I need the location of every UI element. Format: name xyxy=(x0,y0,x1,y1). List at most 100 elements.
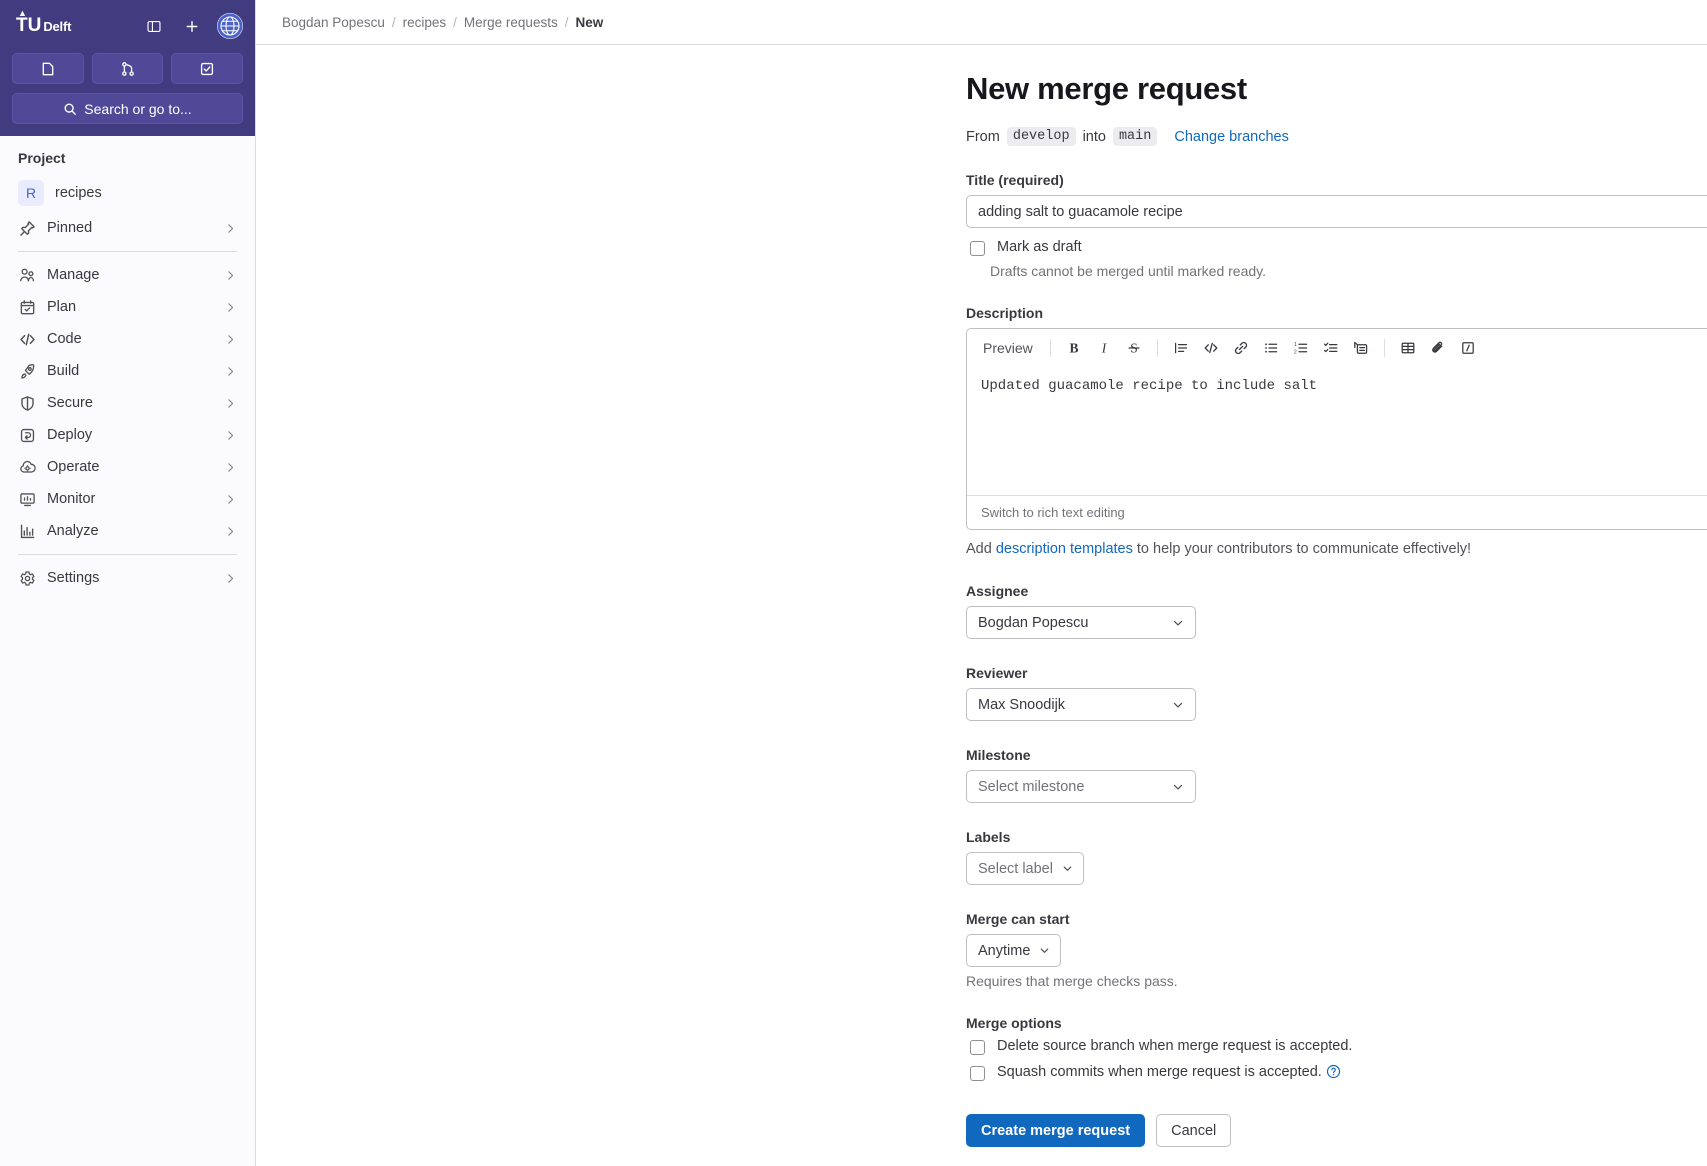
italic-icon[interactable]: I xyxy=(1090,334,1118,362)
table-icon[interactable] xyxy=(1394,334,1422,362)
breadcrumb-item-owner[interactable]: Bogdan Popescu xyxy=(282,15,385,30)
squash-commits-row: Squash commits when merge request is acc… xyxy=(966,1064,1707,1084)
templates-prefix-text: Add xyxy=(966,541,996,557)
merge-can-start-help-text: Requires that merge checks pass. xyxy=(966,973,1178,989)
preview-toggle-button[interactable]: Preview xyxy=(975,336,1041,360)
sidebar-item-label: Code xyxy=(47,331,82,347)
assignee-selected-value: Bogdan Popescu xyxy=(978,614,1089,631)
merge-requests-icon[interactable] xyxy=(91,53,164,84)
sidebar-item-build[interactable]: Build xyxy=(12,355,243,387)
insert-snippet-icon[interactable] xyxy=(1454,334,1482,362)
attach-file-icon[interactable] xyxy=(1424,334,1452,362)
sidebar-item-operate[interactable]: Operate xyxy=(12,451,243,483)
chevron-right-icon xyxy=(224,333,237,346)
user-avatar[interactable] xyxy=(217,13,243,39)
sidebar-brand-row: ▲ T U Delft xyxy=(12,8,243,44)
delete-source-branch-checkbox[interactable] xyxy=(970,1040,985,1055)
strikethrough-icon[interactable]: S xyxy=(1120,334,1148,362)
merge-options-label: Merge options xyxy=(966,1015,1062,1031)
chevron-down-icon xyxy=(1171,616,1185,630)
breadcrumb-item-current: New xyxy=(575,14,604,30)
logo-flame-icon: ▲ xyxy=(18,8,27,18)
sidebar-nav: Project R recipes Pinned Manage Plan Cod… xyxy=(0,136,255,594)
issues-icon[interactable] xyxy=(12,53,84,84)
source-branch-badge: develop xyxy=(1006,127,1076,146)
milestone-select[interactable]: Select milestone xyxy=(966,770,1196,803)
description-textarea[interactable]: Updated guacamole recipe to include salt xyxy=(967,367,1707,495)
todos-icon[interactable] xyxy=(171,53,244,84)
sidebar-item-label: Build xyxy=(47,363,80,379)
mark-as-draft-checkbox[interactable] xyxy=(970,241,985,256)
description-templates-link[interactable]: description templates xyxy=(996,541,1133,557)
breadcrumb-item-project[interactable]: recipes xyxy=(403,15,447,30)
sidebar-item-label: Analyze xyxy=(47,523,99,539)
quote-icon[interactable] xyxy=(1167,334,1195,362)
sidebar-item-project-recipes[interactable]: R recipes xyxy=(12,174,243,212)
sidebar-item-settings[interactable]: Settings xyxy=(12,562,243,594)
sidebar-item-pinned[interactable]: Pinned xyxy=(12,212,243,244)
markdown-editor-footer: Switch to rich text editing xyxy=(967,495,1707,529)
link-icon[interactable] xyxy=(1227,334,1255,362)
title-field-label: Title (required) xyxy=(966,172,1064,188)
toolbar-divider xyxy=(1156,338,1158,357)
monitor-icon xyxy=(18,490,36,508)
sidebar-item-label: Deploy xyxy=(47,427,93,443)
sidebar-item-code[interactable]: Code xyxy=(12,323,243,355)
chevron-right-icon xyxy=(224,397,237,410)
search-input[interactable]: Search or go to... xyxy=(12,93,243,124)
branch-into-word: into xyxy=(1082,128,1106,145)
labels-select[interactable]: Select label xyxy=(966,852,1084,885)
rocket-icon xyxy=(18,362,36,380)
delete-source-branch-row: Delete source branch when merge request … xyxy=(966,1038,1707,1058)
sidebar-item-plan[interactable]: Plan xyxy=(12,291,243,323)
code-icon[interactable] xyxy=(1197,334,1225,362)
help-circle-icon[interactable] xyxy=(1326,1064,1341,1079)
switch-to-rich-text-link[interactable]: Switch to rich text editing xyxy=(981,505,1125,520)
title-field-group: Title (required) xyxy=(966,172,1707,228)
sidebar-item-label: Operate xyxy=(47,459,100,475)
squash-commits-checkbox[interactable] xyxy=(970,1066,985,1081)
bullet-list-icon[interactable] xyxy=(1257,334,1285,362)
markdown-toolbar: Preview B I S 1 2 xyxy=(967,329,1707,367)
search-placeholder-text: Search or go to... xyxy=(84,100,192,117)
sidebar-item-monitor[interactable]: Monitor xyxy=(12,483,243,515)
bold-icon[interactable]: B xyxy=(1060,334,1088,362)
sidebar-item-manage[interactable]: Manage xyxy=(12,259,243,291)
mark-as-draft-label[interactable]: Mark as draft xyxy=(997,239,1082,255)
gear-icon xyxy=(18,569,36,587)
breadcrumb-item-merge-requests[interactable]: Merge requests xyxy=(464,15,558,30)
deploy-icon xyxy=(18,426,36,444)
sidebar-item-secure[interactable]: Secure xyxy=(12,387,243,419)
cancel-button[interactable]: Cancel xyxy=(1156,1114,1232,1147)
collapsible-section-icon[interactable] xyxy=(1347,334,1375,362)
delete-source-branch-label[interactable]: Delete source branch when merge request … xyxy=(997,1038,1352,1054)
merge-can-start-group: Merge can start Anytime Requires that me… xyxy=(966,911,1707,989)
create-merge-request-button[interactable]: Create merge request xyxy=(966,1114,1146,1147)
form-actions: Create merge request Cancel xyxy=(966,1114,1707,1166)
toggle-sidebar-icon[interactable] xyxy=(141,13,167,39)
templates-suffix-text: to help your contributors to communicate… xyxy=(1132,541,1472,557)
squash-commits-text: Squash commits when merge request is acc… xyxy=(997,1064,1322,1080)
numbered-list-icon[interactable]: 1 2 xyxy=(1287,334,1315,362)
reviewer-select[interactable]: Max Snoodijk xyxy=(966,688,1196,721)
sidebar-item-analyze[interactable]: Analyze xyxy=(12,515,243,547)
assignee-select[interactable]: Bogdan Popescu xyxy=(966,606,1196,639)
users-icon xyxy=(18,266,36,284)
title-input[interactable] xyxy=(966,195,1707,228)
svg-text:2: 2 xyxy=(1294,349,1297,355)
squash-commits-label[interactable]: Squash commits when merge request is acc… xyxy=(997,1064,1341,1080)
sidebar-item-deploy[interactable]: Deploy xyxy=(12,419,243,451)
task-list-icon[interactable] xyxy=(1317,334,1345,362)
merge-can-start-select[interactable]: Anytime xyxy=(966,934,1062,967)
chevron-down-icon xyxy=(1061,862,1074,875)
chevron-right-icon xyxy=(224,525,237,538)
create-new-icon[interactable] xyxy=(179,13,205,39)
sidebar-top-actions xyxy=(141,13,243,39)
toolbar-divider xyxy=(1383,338,1385,357)
sidebar-quick-actions xyxy=(12,53,244,84)
chevron-right-icon xyxy=(224,429,237,442)
page-title: New merge request xyxy=(966,71,1247,106)
project-avatar: R xyxy=(18,180,44,206)
draft-help-text: Drafts cannot be merged until marked rea… xyxy=(990,263,1266,279)
change-branches-link[interactable]: Change branches xyxy=(1174,129,1288,145)
